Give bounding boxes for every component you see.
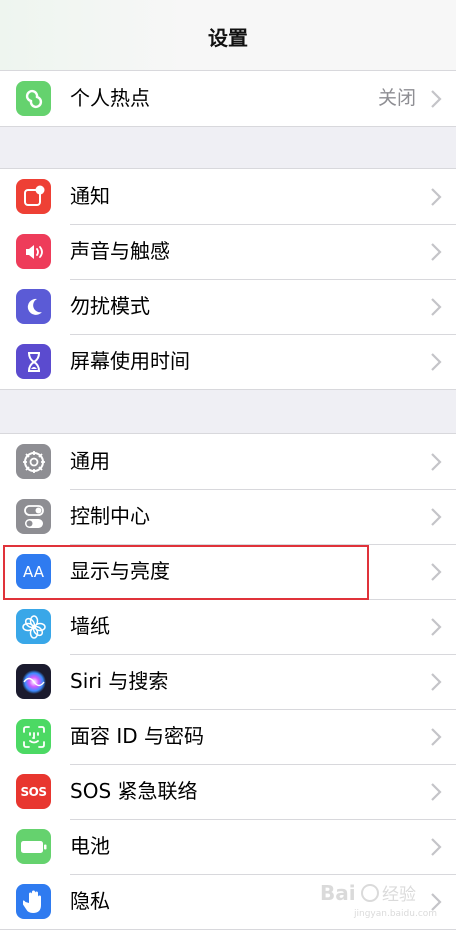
highlight-box — [3, 545, 369, 600]
sound-icon — [16, 234, 51, 269]
chevron-right-icon — [431, 563, 442, 581]
hotspot-status: 关闭 — [377, 87, 416, 109]
sos-icon: SOS — [16, 774, 51, 809]
settings-row-siri-search[interactable]: Siri 与搜索 — [0, 654, 456, 709]
hand-icon — [16, 884, 51, 919]
settings-row-label: Siri 与搜索 — [70, 669, 169, 693]
watermark-text-3: jingyan.baidu.com — [353, 909, 437, 919]
chevron-right-icon — [431, 188, 442, 206]
siri-icon — [16, 664, 51, 699]
settings-row-screen-time[interactable]: 屏幕使用时间 — [0, 334, 456, 389]
chevron-right-icon — [431, 353, 442, 371]
hourglass-icon — [16, 344, 51, 379]
settings-row-label: 电池 — [70, 834, 110, 858]
hotspot-icon — [16, 81, 51, 116]
battery-icon — [16, 829, 51, 864]
watermark-text-1: Bai — [320, 881, 356, 905]
sos-icon-glyph: SOS — [20, 784, 48, 799]
settings-row-label: 通用 — [70, 449, 110, 473]
settings-row-label: 勿扰模式 — [70, 294, 150, 318]
settings-row-label: 面容 ID 与密码 — [70, 724, 205, 748]
moon-icon — [16, 289, 51, 324]
settings-row-sounds[interactable]: 声音与触感 — [0, 224, 456, 279]
chevron-right-icon — [431, 783, 442, 801]
chevron-right-icon — [431, 508, 442, 526]
chevron-right-icon — [431, 728, 442, 746]
chevron-right-icon — [431, 453, 442, 471]
chevron-right-icon — [431, 90, 442, 108]
settings-row-label: 控制中心 — [70, 504, 150, 528]
chevron-right-icon — [431, 298, 442, 316]
settings-row-general[interactable]: 通用 — [0, 434, 456, 489]
settings-row-label: 通知 — [70, 184, 110, 208]
flower-icon — [16, 609, 51, 644]
settings-row-do-not-disturb[interactable]: 勿扰模式 — [0, 279, 456, 334]
settings-row-emergency-sos[interactable]: SOS SOS 紧急联络 — [0, 764, 456, 819]
settings-row-label: 墙纸 — [70, 614, 110, 638]
watermark-text-2: 经验 — [382, 885, 416, 905]
settings-group-general: 通用 控制中心 AA 显示与亮度 墙纸 Siri 与搜索 面容 ID 与密码 S… — [0, 433, 456, 930]
settings-row-control-center[interactable]: 控制中心 — [0, 489, 456, 544]
chevron-right-icon — [431, 618, 442, 636]
settings-row-notifications[interactable]: 通知 — [0, 169, 456, 224]
chevron-right-icon — [431, 673, 442, 691]
settings-row-label: 个人热点 — [70, 86, 150, 110]
toggles-icon — [16, 499, 51, 534]
gear-icon — [16, 444, 51, 479]
chevron-right-icon — [431, 243, 442, 261]
settings-row-label: SOS 紧急联络 — [70, 779, 198, 803]
settings-row-face-id[interactable]: 面容 ID 与密码 — [0, 709, 456, 764]
settings-row-battery[interactable]: 电池 — [0, 819, 456, 874]
face-id-icon — [16, 719, 51, 754]
settings-group-alerts: 通知 声音与触感 勿扰模式 屏幕使用时间 — [0, 168, 456, 390]
settings-row-hotspot[interactable]: 个人热点 关闭 — [0, 71, 456, 126]
settings-row-wallpaper[interactable]: 墙纸 — [0, 599, 456, 654]
settings-row-label: 隐私 — [70, 889, 110, 913]
settings-row-label: 声音与触感 — [70, 239, 170, 263]
navigation-bar: 设置 — [0, 0, 456, 71]
page-title: 设置 — [208, 26, 248, 50]
chevron-right-icon — [431, 838, 442, 856]
baidu-watermark: Bai 经验 jingyan.baidu.com — [320, 881, 437, 919]
settings-row-label: 屏幕使用时间 — [70, 349, 190, 373]
settings-group-network: 个人热点 关闭 — [0, 70, 456, 127]
notifications-icon — [16, 179, 51, 214]
